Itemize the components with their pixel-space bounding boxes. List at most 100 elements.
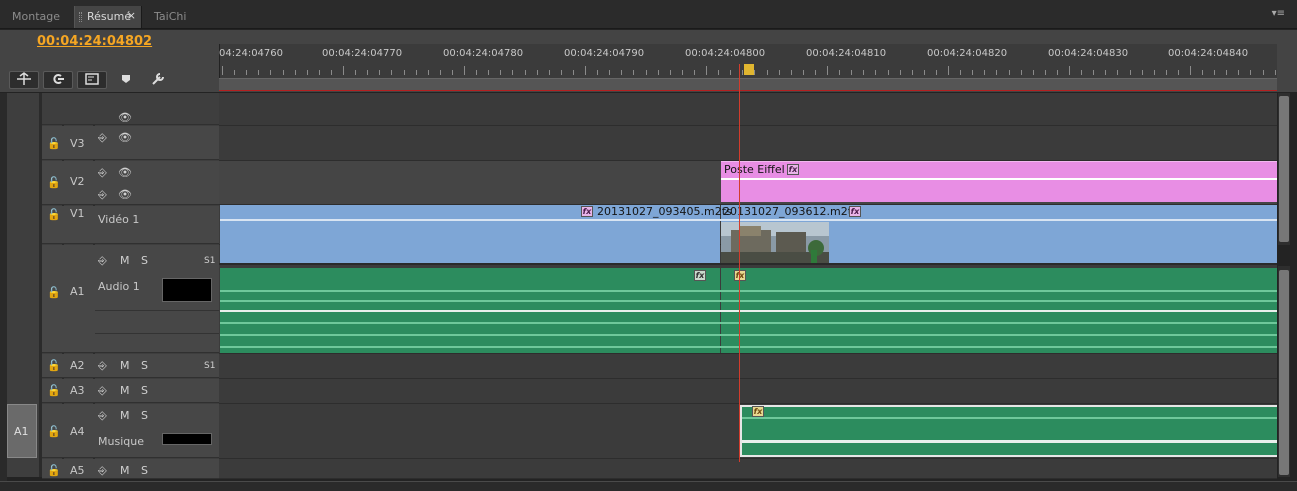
solo-button[interactable]: S: [141, 464, 148, 477]
lock-icon[interactable]: 🔓: [47, 286, 61, 299]
clip-thumbnail: [721, 222, 829, 264]
ruler-tick: [1166, 70, 1167, 75]
ruler-tick: [984, 70, 985, 75]
solo-button[interactable]: S: [141, 254, 148, 267]
solo-button[interactable]: S: [141, 359, 148, 372]
linked-selection-button[interactable]: [43, 71, 73, 89]
ruler-tick: [440, 70, 441, 75]
settings-button[interactable]: [148, 72, 168, 90]
sync-lock-icon[interactable]: ⎆: [98, 409, 107, 423]
fx-badge[interactable]: fx: [787, 164, 799, 175]
playhead-timecode[interactable]: 00:04:24:04802: [37, 34, 152, 49]
lock-icon[interactable]: 🔓: [47, 464, 61, 477]
track-label: A4: [70, 425, 85, 438]
ruler-tick: [875, 70, 876, 75]
eye-icon[interactable]: 👁: [118, 188, 132, 201]
solo-button[interactable]: S: [141, 384, 148, 397]
mute-button[interactable]: M: [120, 409, 130, 422]
music-clip[interactable]: [740, 405, 1277, 457]
horizontal-scrollbar[interactable]: [0, 481, 1297, 491]
mute-button[interactable]: M: [120, 464, 130, 477]
tab-taichi[interactable]: TaiChi: [142, 6, 202, 28]
ruler-tick: [1130, 70, 1131, 75]
add-marker-button[interactable]: [77, 71, 107, 89]
track-row-empty[interactable]: [219, 93, 1277, 126]
track-header-a2[interactable]: [42, 354, 219, 378]
track-header-a4[interactable]: [42, 404, 219, 458]
ruler-tick: [754, 70, 755, 75]
clip-divider: [721, 178, 1277, 180]
divider: [95, 310, 219, 311]
linked-selection-icon: [53, 74, 64, 84]
scrollbar-thumb[interactable]: [1279, 96, 1289, 242]
track-row-v3[interactable]: [219, 126, 1277, 161]
sync-lock-icon[interactable]: ⎆: [98, 131, 107, 145]
drag-grip-icon[interactable]: [79, 12, 82, 22]
ruler-tick: [222, 66, 223, 75]
ruler-tick: [706, 66, 707, 75]
sync-lock-icon[interactable]: ⎆: [98, 464, 107, 478]
track-row-a3[interactable]: [219, 379, 1277, 404]
sync-lock-icon[interactable]: ⎆: [98, 359, 107, 373]
lock-icon[interactable]: 🔓: [47, 208, 61, 221]
mute-button[interactable]: M: [120, 384, 130, 397]
close-icon[interactable]: ×: [127, 9, 136, 22]
track-row-a5[interactable]: [219, 459, 1277, 479]
fx-badge[interactable]: fx: [694, 270, 706, 281]
playhead-line[interactable]: [739, 64, 740, 462]
work-area-bar[interactable]: [219, 78, 1277, 90]
track-label: A3: [70, 384, 85, 397]
fx-badge[interactable]: fx: [752, 406, 764, 417]
track-header-a3[interactable]: [42, 379, 219, 403]
ruler-tick: [827, 66, 828, 75]
marker-button[interactable]: [116, 72, 136, 90]
ruler-tick: [428, 70, 429, 75]
eye-icon[interactable]: 👁: [118, 131, 132, 144]
ruler-tick: [343, 66, 344, 75]
ruler-tick: [888, 70, 889, 75]
playhead-handle[interactable]: [744, 64, 754, 75]
ruler-tick: [1069, 66, 1070, 75]
eye-icon[interactable]: 👁: [118, 111, 132, 124]
tab-montage[interactable]: Montage: [0, 6, 73, 28]
sync-lock-icon[interactable]: ⎆: [98, 384, 107, 398]
scrollbar-thumb[interactable]: [1279, 270, 1289, 475]
ruler-tick: [912, 70, 913, 75]
sync-lock-icon[interactable]: ⎆: [98, 166, 107, 180]
mute-button[interactable]: M: [120, 359, 130, 372]
ruler-tick: [900, 70, 901, 75]
fx-badge[interactable]: fx: [849, 206, 861, 217]
panel-menu-icon[interactable]: ▾≡: [1272, 8, 1285, 19]
fx-badge[interactable]: fx: [581, 206, 593, 217]
clip-name: 20131027_093612.m2ts: [723, 205, 858, 218]
ruler-tick: [1081, 70, 1082, 75]
tab-resume[interactable]: Résumé ×: [74, 6, 142, 28]
track-header-a5[interactable]: [42, 459, 219, 479]
snap-button[interactable]: [9, 71, 39, 89]
ruler-tick: [1009, 70, 1010, 75]
lock-icon[interactable]: 🔓: [47, 176, 61, 189]
mute-button[interactable]: M: [120, 254, 130, 267]
ruler-tick: [839, 70, 840, 75]
solo-button[interactable]: S: [141, 409, 148, 422]
ruler-label: 00:04:24:04830: [1048, 48, 1129, 59]
fx-badge[interactable]: fx: [734, 270, 746, 281]
title-clip[interactable]: [721, 161, 1277, 202]
track-row-a2[interactable]: [219, 354, 1277, 379]
ruler-label: 00:04:24:04840: [1168, 48, 1249, 59]
eye-icon[interactable]: 👁: [118, 166, 132, 179]
audio-meter: [162, 433, 212, 445]
lock-icon[interactable]: 🔓: [47, 359, 61, 372]
ruler-label: 00:04:24:04780: [443, 48, 524, 59]
tab-label: TaiChi: [154, 10, 187, 23]
track-label: V2: [70, 175, 85, 188]
ruler-tick: [464, 66, 465, 75]
ruler-tick: [670, 70, 671, 75]
ruler-tick: [573, 70, 574, 75]
sync-lock-icon[interactable]: ⎆: [98, 254, 107, 268]
sync-lock-icon[interactable]: ⎆: [98, 188, 107, 202]
lock-icon[interactable]: 🔓: [47, 137, 61, 150]
lock-icon[interactable]: 🔓: [47, 384, 61, 397]
ruler-tick: [1117, 70, 1118, 75]
lock-icon[interactable]: 🔓: [47, 425, 61, 438]
